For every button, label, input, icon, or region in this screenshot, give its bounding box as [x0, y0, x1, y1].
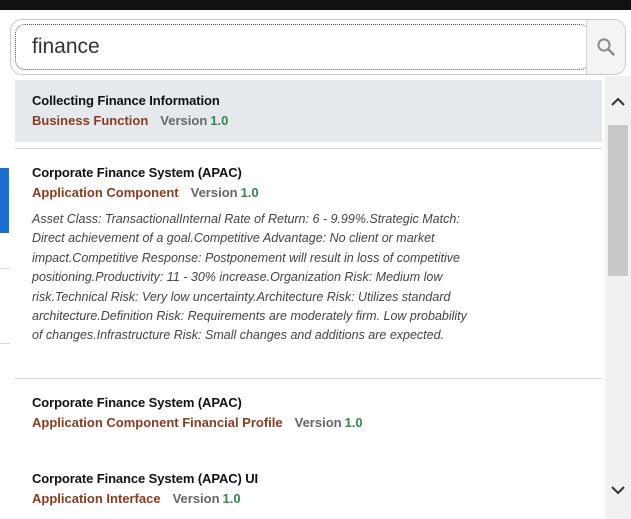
- description-line: risk.Technical Risk: Very low uncertaint…: [32, 289, 451, 304]
- result-type: Business Function: [32, 113, 149, 128]
- chevron-down-icon: [611, 486, 625, 495]
- version-number: 1.0: [344, 415, 363, 430]
- search-input[interactable]: [15, 24, 590, 70]
- top-bar: [0, 0, 631, 10]
- description-line: impact.Competitive Response: Postponemen…: [32, 250, 460, 265]
- version-number: 1.0: [222, 491, 241, 506]
- result-description: Asset Class: TransactionalInternal Rate …: [32, 210, 587, 346]
- version-label: Version: [190, 185, 238, 200]
- version-number: 1.0: [240, 185, 259, 200]
- scroll-down-button[interactable]: [605, 478, 631, 502]
- result-title: Corporate Finance System (APAC): [32, 395, 242, 410]
- chevron-up-icon: [611, 97, 625, 106]
- description-line: Direct achievement of a goal.Competitive…: [32, 231, 435, 246]
- version-label: Version: [172, 491, 220, 506]
- result-title: Collecting Finance Information: [32, 93, 220, 108]
- search-icon: [597, 38, 615, 56]
- background-divider: [0, 268, 10, 269]
- search-results-dropdown: Collecting Finance Information Business …: [15, 76, 609, 519]
- description-line: Asset Class: TransactionalInternal Rate …: [32, 212, 460, 226]
- result-title: Corporate Finance System (APAC) UI: [32, 471, 259, 486]
- background-page-edge: [0, 10, 7, 519]
- result-item[interactable]: Collecting Finance Information Business …: [15, 80, 602, 142]
- result-type: Application Component Financial Profile: [32, 415, 283, 430]
- scroll-up-button[interactable]: [605, 90, 631, 114]
- scroll-thumb[interactable]: [608, 125, 628, 276]
- result-divider: [15, 148, 602, 149]
- result-meta: Application Component Financial Profile V…: [32, 414, 602, 432]
- version-number: 1.0: [210, 113, 229, 128]
- description-line: architecture.Definition Risk: Requiremen…: [32, 309, 467, 324]
- background-accent-strip: [0, 168, 9, 233]
- result-type: Application Interface: [32, 491, 161, 506]
- version-label: Version: [160, 113, 208, 128]
- description-line: positioning.Productivity: 11 - 30% incre…: [32, 270, 443, 285]
- result-title: Corporate Finance System (APAC): [32, 165, 242, 180]
- result-meta: Application Component Version 1.0: [32, 184, 602, 202]
- result-meta: Business Function Version 1.0: [32, 112, 602, 130]
- result-item[interactable]: Corporate Finance System (APAC) Applicat…: [15, 382, 602, 444]
- results-scrollbar[interactable]: [605, 76, 631, 519]
- search-button[interactable]: [586, 20, 625, 74]
- result-item[interactable]: Corporate Finance System (APAC) Applicat…: [15, 152, 602, 374]
- result-item[interactable]: Corporate Finance System (APAC) UI Appli…: [15, 458, 602, 519]
- result-divider: [15, 378, 602, 379]
- version-label: Version: [294, 415, 342, 430]
- description-line: of changes.Infrastructure Risk: Small ch…: [32, 328, 445, 343]
- result-meta: Application Interface Version 1.0: [32, 490, 602, 508]
- search-box: [10, 19, 626, 75]
- background-divider: [0, 343, 10, 344]
- result-type: Application Component: [32, 185, 179, 200]
